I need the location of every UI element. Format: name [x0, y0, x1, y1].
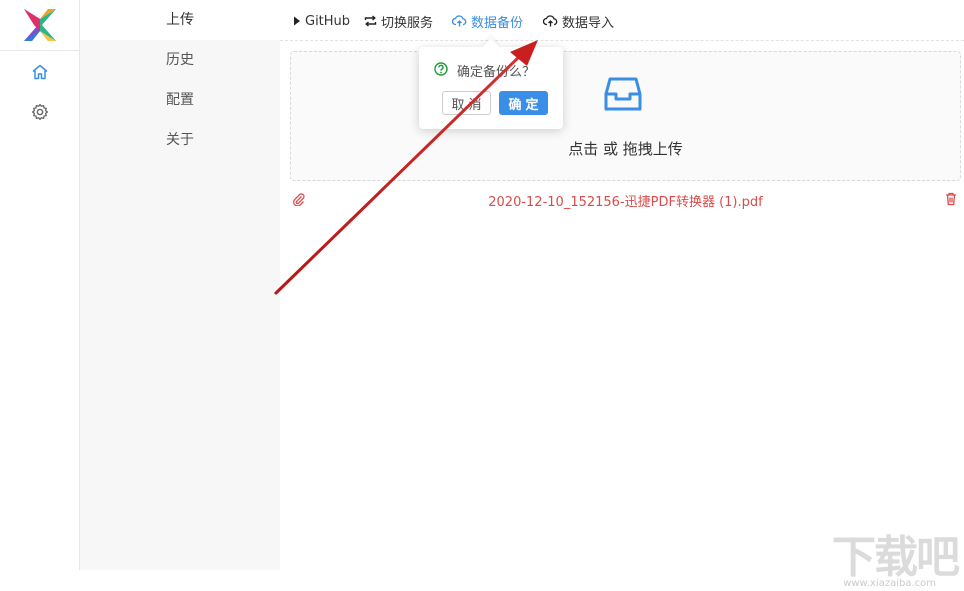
backup-confirm-popover: 确定备份么？ 取消 确定 — [419, 38, 563, 129]
gear-icon — [31, 103, 49, 121]
watermark-logo: 下载吧 — [832, 532, 960, 583]
rail-settings-button[interactable] — [29, 101, 51, 123]
switch-service-button[interactable]: 切换服务 — [364, 12, 434, 31]
watermark-url: www.xiazaiba.com — [843, 578, 936, 589]
cancel-button[interactable]: 取消 — [442, 91, 491, 115]
main-content: GitHub 切换服务 数据备份 数据导入 点击 或 拖拽上传 2020-12-… — [280, 0, 964, 591]
data-import-button[interactable]: 数据导入 — [543, 12, 615, 31]
rail-divider — [0, 50, 79, 51]
secondary-nav: 上传 历史 配置 关于 — [80, 0, 280, 570]
upload-dropzone[interactable]: 点击 或 拖拽上传 — [290, 51, 961, 181]
question-circle-icon — [434, 62, 448, 76]
github-label: GitHub — [305, 13, 351, 29]
upload-prompt: 点击 或 拖拽上传 — [568, 140, 683, 158]
swap-icon — [364, 15, 377, 27]
home-icon — [32, 64, 48, 80]
cloud-upload-icon — [543, 15, 558, 27]
nav-item-history[interactable]: 历史 — [80, 40, 280, 80]
nav-item-about[interactable]: 关于 — [80, 120, 280, 160]
data-backup-button[interactable]: 数据备份 — [452, 12, 524, 31]
nav-item-config[interactable]: 配置 — [80, 80, 280, 120]
file-list-item: 2020-12-10_152156-迅捷PDF转换器 (1).pdf — [290, 189, 961, 211]
github-link[interactable]: GitHub — [293, 12, 350, 30]
app-logo-icon — [24, 9, 56, 41]
data-backup-label: 数据备份 — [471, 15, 524, 31]
rail-home-button[interactable] — [29, 61, 51, 83]
confirm-button[interactable]: 确定 — [499, 91, 548, 115]
delete-icon[interactable] — [945, 192, 957, 206]
switch-service-label: 切换服务 — [381, 15, 434, 31]
nav-item-upload[interactable]: 上传 — [80, 0, 280, 40]
file-name-link[interactable]: 2020-12-10_152156-迅捷PDF转换器 (1).pdf — [290, 191, 961, 210]
inbox-icon — [604, 77, 642, 111]
toolbar: GitHub 切换服务 数据备份 数据导入 — [280, 0, 964, 41]
caret-right-icon — [294, 16, 300, 26]
icon-rail — [0, 0, 80, 570]
cloud-upload-icon — [452, 15, 467, 27]
data-import-label: 数据导入 — [562, 15, 615, 31]
app-window: 上传 历史 配置 关于 GitHub 切换服务 数据备份 数据导入 点击 或 拖… — [0, 0, 964, 591]
confirm-message: 确定备份么？ — [457, 65, 536, 80]
